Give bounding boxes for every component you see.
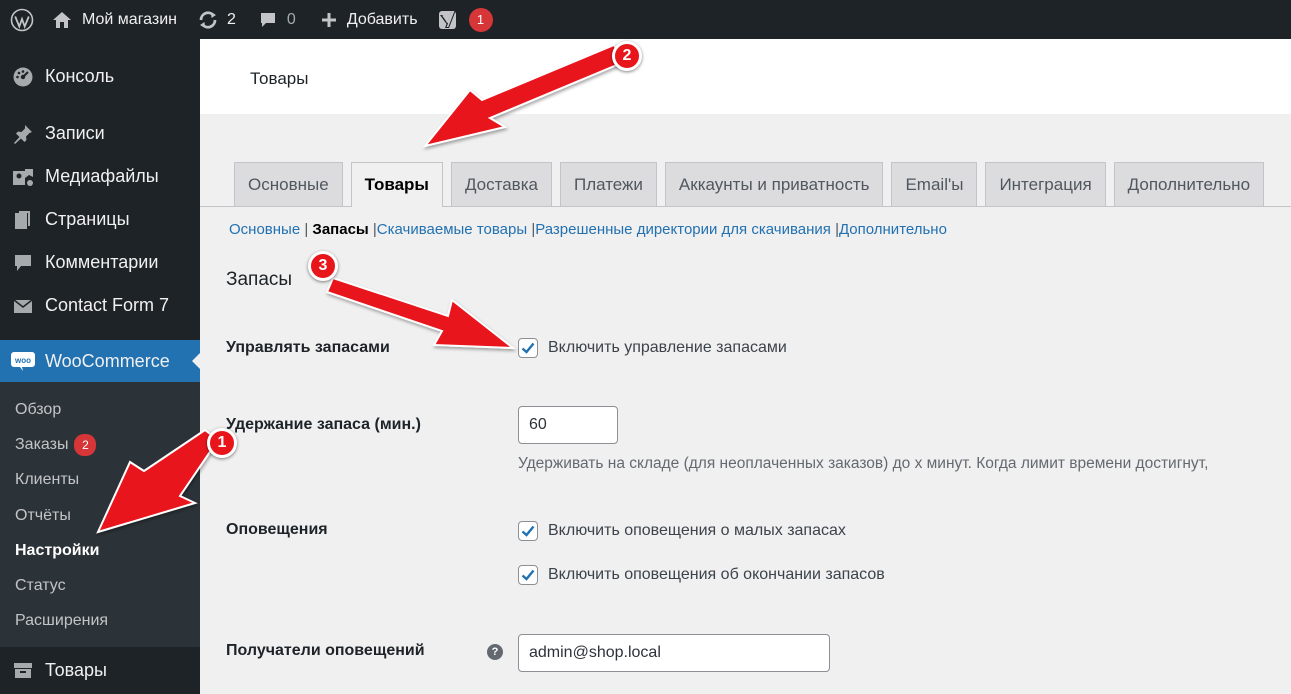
annotation-arrow-1 xyxy=(96,428,220,534)
annotation-badge-1: 1 xyxy=(207,428,237,458)
annotation-arrows xyxy=(96,43,626,534)
annotation-arrow-3 xyxy=(325,276,517,350)
annotation-arrow-2 xyxy=(422,43,626,148)
annotation-badge-2: 2 xyxy=(612,41,642,71)
annotation-badge-3: 3 xyxy=(308,251,338,281)
